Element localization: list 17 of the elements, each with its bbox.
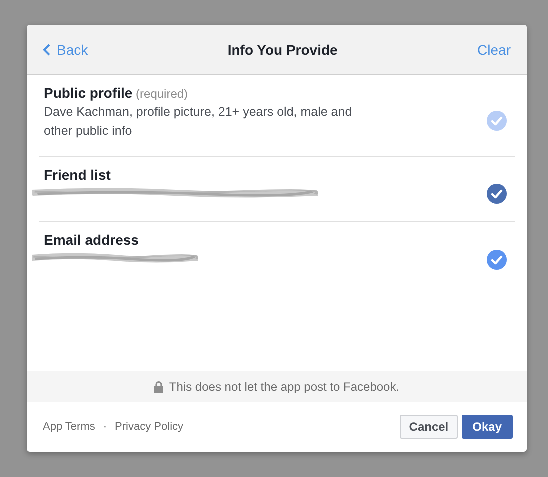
- permission-name: Email address: [44, 232, 140, 248]
- checkmark-icon[interactable]: [487, 250, 507, 270]
- separator-dot: ·: [103, 421, 108, 433]
- notice-text: This does not let the app post to Facebook.: [169, 380, 400, 394]
- chevron-left-icon: [43, 44, 51, 56]
- lock-icon: [154, 380, 164, 392]
- permission-detail: Dave Kachman, profile picture, 21+ years old, male and other public info: [44, 104, 354, 140]
- clear-button[interactable]: Clear: [478, 42, 511, 58]
- dialog-title: Info You Provide: [228, 42, 338, 58]
- permission-name: Friend list: [44, 167, 112, 183]
- app-terms-link[interactable]: App Terms: [43, 421, 96, 433]
- permission-name: Public profile (required): [44, 85, 190, 101]
- okay-button[interactable]: Okay: [462, 415, 513, 439]
- checkmark-icon[interactable]: [487, 184, 507, 204]
- cancel-button[interactable]: Cancel: [400, 415, 458, 439]
- back-button[interactable]: Back: [43, 42, 88, 58]
- privacy-policy-link[interactable]: Privacy Policy: [115, 421, 184, 433]
